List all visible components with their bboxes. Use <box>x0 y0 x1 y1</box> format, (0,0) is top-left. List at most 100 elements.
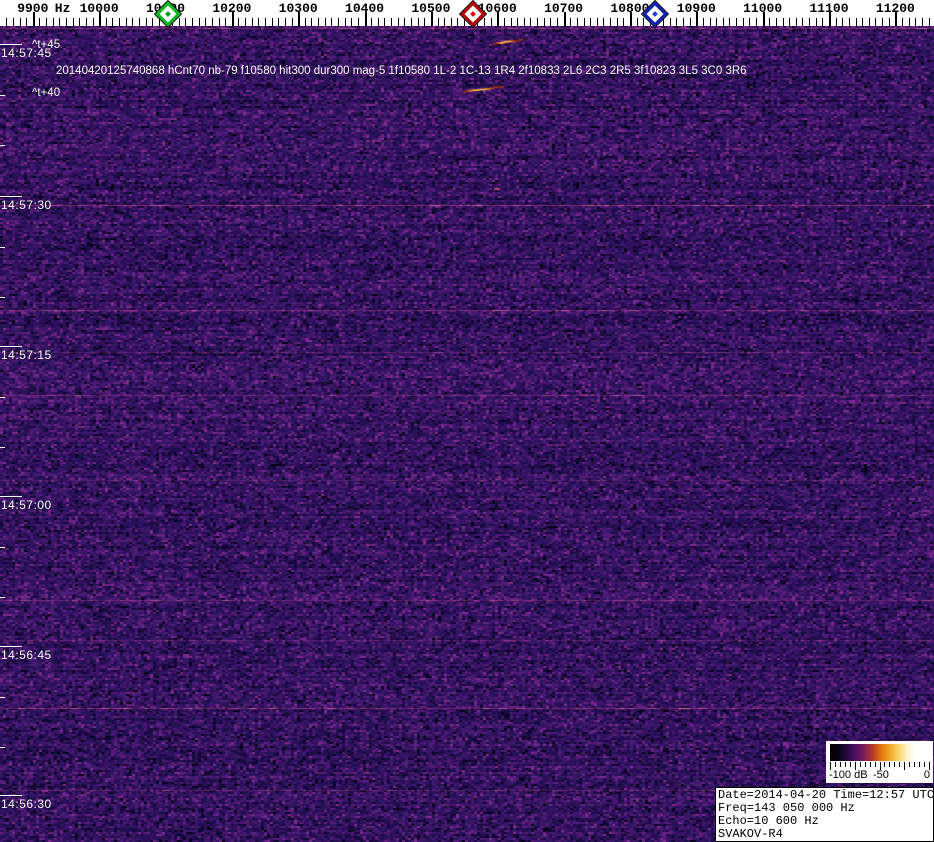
freq-minor-tick <box>73 18 74 26</box>
freq-minor-tick <box>743 18 744 26</box>
freq-minor-tick <box>59 18 60 26</box>
colorbar-tick <box>840 762 841 767</box>
time-minor-tick <box>0 447 5 448</box>
freq-minor-tick <box>39 18 40 26</box>
freq-minor-tick <box>756 18 757 26</box>
freq-minor-tick <box>491 18 492 26</box>
freq-minor-tick <box>371 18 372 26</box>
freq-minor-tick <box>550 18 551 26</box>
freq-minor-tick <box>584 18 585 26</box>
freq-minor-tick <box>278 18 279 26</box>
freq-minor-tick <box>511 18 512 26</box>
freq-minor-tick <box>537 18 538 26</box>
freq-minor-tick <box>862 18 863 26</box>
freq-minor-tick <box>93 18 94 26</box>
freq-minor-tick <box>305 18 306 26</box>
db-colorbar-legend: -100 dB -50 0 <box>826 741 933 783</box>
spectrogram-waterfall-canvas[interactable] <box>0 26 934 842</box>
freq-minor-tick <box>26 18 27 26</box>
freq-tick-label: 11100 <box>809 1 848 16</box>
colorbar-tick <box>924 762 925 767</box>
freq-tick-label: 10700 <box>544 1 583 16</box>
freq-minor-tick <box>822 18 823 26</box>
freq-minor-tick <box>292 18 293 26</box>
time-minor-tick <box>0 95 5 96</box>
freq-minor-tick <box>929 18 930 26</box>
freq-minor-tick <box>358 18 359 26</box>
colorbar-tick <box>909 762 910 767</box>
freq-minor-tick <box>66 18 67 26</box>
time-tick-label: 14:57:30 <box>1 198 52 212</box>
time-tick-label: 14:56:30 <box>1 797 52 811</box>
time-major-tick <box>0 646 22 647</box>
station-info-box: Date=2014-04-20 Time=12:57 UTC Freq=143 … <box>715 787 934 842</box>
freq-minor-tick <box>875 18 876 26</box>
colorbar-tick <box>865 762 866 767</box>
freq-minor-tick <box>13 18 14 26</box>
freq-minor-tick <box>789 18 790 26</box>
colorbar-tick <box>889 762 890 767</box>
freq-minor-tick <box>46 18 47 26</box>
freq-minor-tick <box>484 18 485 26</box>
freq-tick-label: 10900 <box>677 1 716 16</box>
colorbar-tick <box>899 762 900 767</box>
freq-minor-tick <box>703 18 704 26</box>
freq-minor-tick <box>676 18 677 26</box>
freq-minor-tick <box>225 18 226 26</box>
freq-minor-tick <box>265 18 266 26</box>
freq-tick-label: 10300 <box>279 1 318 16</box>
freq-minor-tick <box>285 18 286 26</box>
colorbar-tick <box>894 762 895 767</box>
freq-minor-tick <box>749 18 750 26</box>
freq-minor-tick <box>185 18 186 26</box>
freq-minor-tick <box>411 18 412 26</box>
freq-minor-tick <box>106 18 107 26</box>
freq-minor-tick <box>729 18 730 26</box>
freq-minor-tick <box>597 18 598 26</box>
time-minor-tick <box>0 597 5 598</box>
freq-minor-tick <box>710 18 711 26</box>
colorbar-tick <box>875 762 876 767</box>
colorbar-gradient <box>830 744 929 761</box>
freq-minor-tick <box>716 18 717 26</box>
freq-tick-label: 10500 <box>411 1 450 16</box>
colorbar-tick <box>860 762 861 767</box>
freq-minor-tick <box>809 18 810 26</box>
freq-tick-label: 9900 <box>17 1 48 16</box>
frequency-ruler[interactable]: Hz 9900100001010010200103001040010500106… <box>0 0 934 26</box>
freq-minor-tick <box>922 18 923 26</box>
freq-minor-tick <box>258 18 259 26</box>
colorbar-tick <box>880 762 881 770</box>
colorbar-tick <box>884 762 885 767</box>
time-major-tick <box>0 44 22 45</box>
freq-minor-tick <box>331 18 332 26</box>
freq-minor-tick <box>311 18 312 26</box>
freq-minor-tick <box>617 18 618 26</box>
freq-tick-label: 11200 <box>876 1 915 16</box>
time-major-tick <box>0 496 22 497</box>
freq-minor-tick <box>53 18 54 26</box>
colorbar-tick <box>914 762 915 767</box>
colorbar-tick <box>870 762 871 767</box>
freq-minor-tick <box>391 18 392 26</box>
frequency-unit-label: Hz <box>55 1 71 16</box>
freq-minor-tick <box>802 18 803 26</box>
time-minor-tick <box>0 747 5 748</box>
time-tick-label: 14:56:45 <box>1 648 52 662</box>
colorbar-tick <box>855 762 856 770</box>
freq-minor-tick <box>849 18 850 26</box>
colorbar-tick <box>904 762 905 770</box>
time-minor-tick <box>0 697 5 698</box>
freq-minor-tick <box>338 18 339 26</box>
freq-minor-tick <box>590 18 591 26</box>
freq-minor-tick <box>404 18 405 26</box>
freq-minor-tick <box>398 18 399 26</box>
annotation-meteor-hit-record: 20140420125740868 hCnt70 nb-79 f10580 hi… <box>56 65 747 77</box>
time-minor-tick <box>0 247 5 248</box>
colorbar-tick <box>929 762 930 770</box>
freq-minor-tick <box>816 18 817 26</box>
colorbar-mid-label: -50 <box>873 769 889 781</box>
freq-minor-tick <box>205 18 206 26</box>
colorbar-tick <box>850 762 851 767</box>
freq-minor-tick <box>438 18 439 26</box>
